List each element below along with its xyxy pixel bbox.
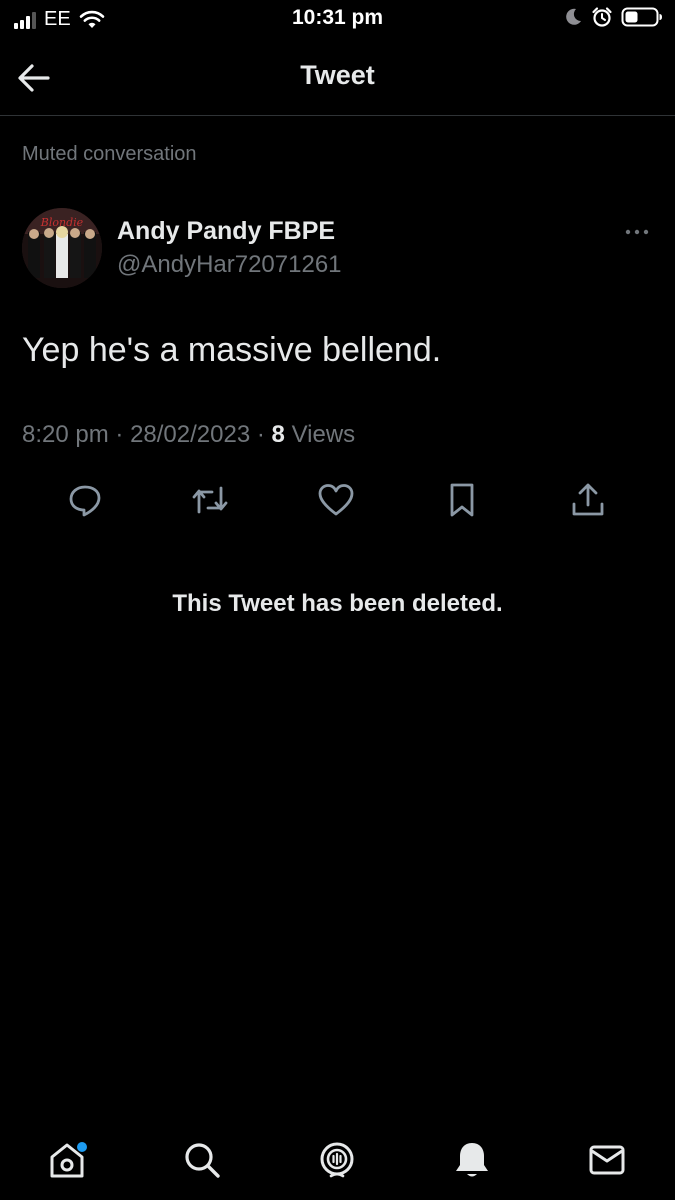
tweet-detail-screen: EE 10:31 pm Tweet Muted conversation Blo… [0,0,675,1200]
avatar-image: Blondie [22,208,102,288]
reply-button[interactable] [63,478,107,522]
tweet-action-bar [0,478,675,522]
status-right [563,6,663,28]
tweet-text: Yep he's a massive bellend. [22,331,442,369]
bookmark-button[interactable] [440,478,484,522]
meta-separator: · [115,421,124,448]
home-notification-dot [77,1142,87,1152]
notifications-icon [456,1143,488,1177]
tab-spaces[interactable] [309,1132,365,1188]
views-link[interactable]: 8 Views [272,421,356,448]
tab-search[interactable] [174,1132,230,1188]
share-icon [572,483,604,516]
status-bar: EE 10:31 pm [0,0,675,36]
like-button[interactable] [314,478,358,522]
tab-notifications[interactable] [444,1132,500,1188]
meta-separator: · [256,421,265,448]
tab-home[interactable] [39,1132,95,1188]
author-avatar[interactable]: Blondie [22,208,102,288]
tweet-time: 8:20 pm [22,421,109,448]
spaces-icon [320,1142,354,1178]
bookmark-icon [450,483,474,517]
retweet-button[interactable] [188,478,232,522]
messages-icon [589,1145,625,1175]
reply-icon [69,485,101,517]
deleted-tweet-notice: This Tweet has been deleted. [172,590,503,617]
tweet-date: 28/02/2023 [130,421,251,448]
share-button[interactable] [566,478,610,522]
author-handle[interactable]: @AndyHar72071261 [117,251,342,279]
alarm-icon [592,7,612,27]
more-options-button[interactable] [620,222,656,242]
like-icon [318,484,354,516]
more-dots-icon [625,229,649,235]
search-icon [185,1143,220,1178]
author-display-name[interactable]: Andy Pandy FBPE [117,217,335,246]
views-count: 8 [271,421,285,448]
views-label: Views [291,421,356,448]
battery-icon [621,7,662,27]
bottom-tab-bar [0,1120,675,1200]
page-title: Tweet [300,60,375,90]
muted-conversation-label: Muted conversation [22,143,197,165]
tab-messages[interactable] [579,1132,635,1188]
retweet-icon [192,486,228,514]
top-navigation-bar: Tweet [0,40,675,116]
moon-icon [566,8,581,25]
tweet-metadata: 8:20 pm · 28/02/2023 · 8 Views [22,421,355,449]
